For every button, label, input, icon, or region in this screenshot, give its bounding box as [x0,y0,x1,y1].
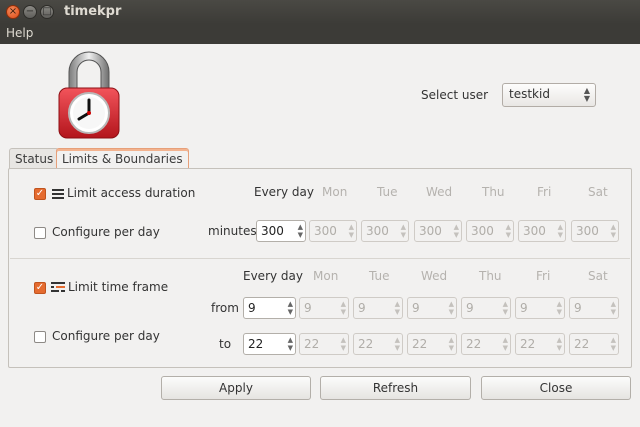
duration-day-spinner[interactable]: 300 ▲ ▼ [518,220,566,242]
limit-timeframe-checkbox[interactable]: ✓ [34,282,46,294]
duration-day-header: Fri [537,185,552,199]
padlock-clock-icon [58,51,120,139]
duration-day-spinner[interactable]: 300 ▲ ▼ [414,220,462,242]
duration-configure-per-day-label: Configure per day [52,225,160,239]
duration-day-spinner[interactable]: 300 ▲ ▼ [361,220,409,242]
limit-duration-label: Limit access duration [67,186,196,200]
timeframe-configure-per-day-label: Configure per day [52,329,160,343]
duration-configure-per-day-checkbox[interactable] [34,227,46,239]
duration-everyday-spinner[interactable]: 300 ▲ ▼ [256,220,306,242]
user-select[interactable]: testkid ▲ ▼ [502,83,596,107]
timeframe-day-header: Wed [421,269,448,283]
section-divider [10,258,630,259]
from-everyday-spinner[interactable]: 9 ▲ ▼ [243,297,296,319]
window-title: timekpr [64,4,122,19]
timeframe-day-header: Every day [243,269,303,283]
to-everyday-spinner[interactable]: 22 ▲ ▼ [243,333,296,355]
from-day-spinner[interactable]: 9 ▲ ▼ [299,297,349,319]
to-day-spinner[interactable]: 22 ▲ ▼ [299,333,349,355]
tab-status[interactable]: Status [9,148,60,169]
from-label: from [211,301,239,315]
to-day-spinner[interactable]: 22 ▲ ▼ [569,333,619,355]
duration-day-header: Sat [588,185,608,199]
timeframe-day-header: Mon [313,269,339,283]
from-day-spinner[interactable]: 9 ▲ ▼ [461,297,511,319]
from-day-spinner[interactable]: 9 ▲ ▼ [407,297,457,319]
to-day-spinner[interactable]: 22 ▲ ▼ [353,333,403,355]
from-day-spinner[interactable]: 9 ▲ ▼ [569,297,619,319]
limit-duration-checkbox[interactable]: ✓ [34,188,46,200]
close-button[interactable]: Close [481,376,631,400]
to-label: to [219,337,232,351]
apply-button[interactable]: Apply [161,376,311,400]
combo-arrows-icon: ▲ ▼ [583,86,590,103]
duration-day-header: Wed [426,185,453,199]
select-user-label: Select user [421,88,489,102]
to-day-spinner[interactable]: 22 ▲ ▼ [461,333,511,355]
menu-help[interactable]: Help [6,26,33,40]
duration-day-header: Thu [482,185,505,199]
limit-timeframe-label: Limit time frame [68,280,169,294]
timeframe-day-header: Sat [588,269,608,283]
timeframe-day-header: Thu [479,269,502,283]
timeframe-day-header: Fri [536,269,551,283]
timeframe-day-header: Tue [369,269,390,283]
close-window-icon[interactable]: × [6,5,20,19]
list-lines-icon [52,189,64,199]
duration-day-header: Every day [254,185,314,199]
from-day-spinner[interactable]: 9 ▲ ▼ [515,297,565,319]
duration-day-spinner[interactable]: 300 ▲ ▼ [466,220,514,242]
maximize-window-icon[interactable]: □ [40,5,54,19]
from-day-spinner[interactable]: 9 ▲ ▼ [353,297,403,319]
tab-limits-boundaries[interactable]: Limits & Boundaries [56,148,189,169]
minimize-window-icon[interactable]: − [23,5,37,19]
duration-day-spinner[interactable]: 300 ▲ ▼ [309,220,357,242]
to-day-spinner[interactable]: 22 ▲ ▼ [515,333,565,355]
to-day-spinner[interactable]: 22 ▲ ▼ [407,333,457,355]
refresh-button[interactable]: Refresh [320,376,471,400]
duration-day-header: Mon [322,185,348,199]
minutes-label: minutes [208,224,257,238]
duration-day-spinner[interactable]: 300 ▲ ▼ [571,220,619,242]
duration-day-header: Tue [377,185,398,199]
timeframe-bars-icon [51,282,65,292]
timeframe-configure-per-day-checkbox[interactable] [34,331,46,343]
menu-bar [0,24,640,44]
user-select-value: testkid [509,87,550,101]
